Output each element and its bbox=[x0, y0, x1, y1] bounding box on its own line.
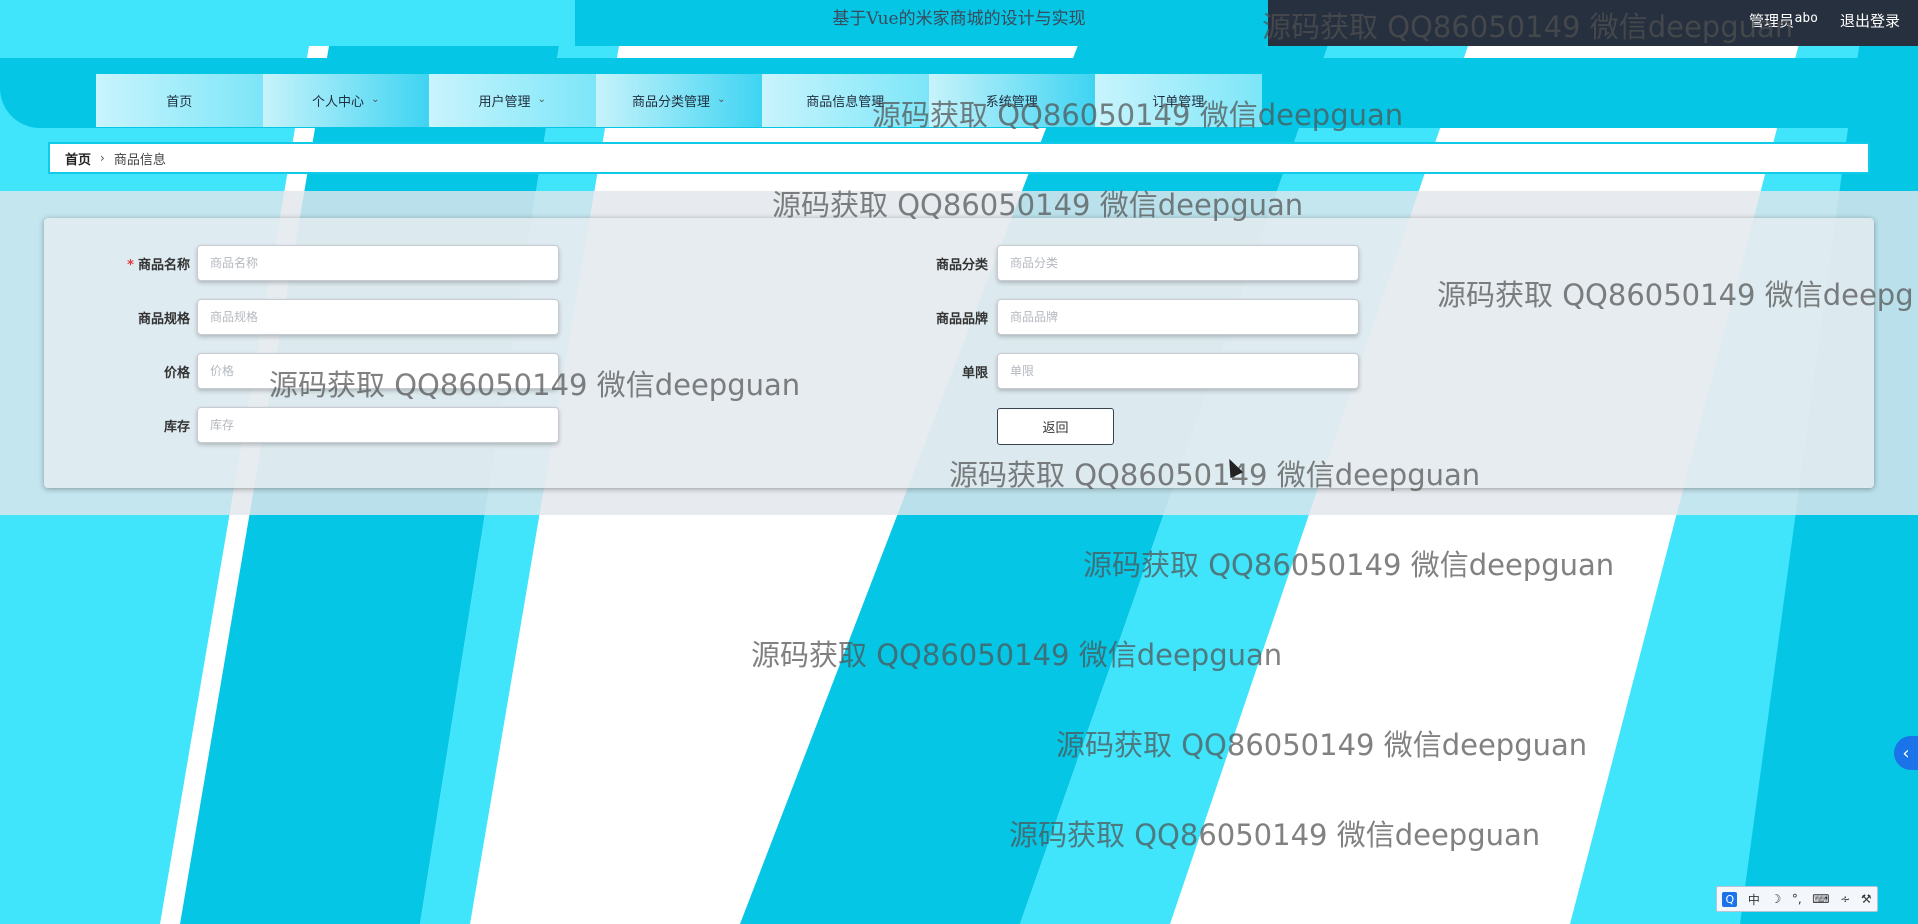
logout-link[interactable]: 退出登录 bbox=[1840, 10, 1900, 31]
product-category-input[interactable] bbox=[997, 245, 1359, 281]
nav-item-personal-center[interactable]: 个人中心 ⌄ bbox=[262, 74, 429, 127]
nav-item-label: 商品分类管理 bbox=[632, 95, 711, 110]
label-product-category: 商品分类 bbox=[935, 258, 988, 273]
product-spec-input[interactable] bbox=[197, 299, 559, 335]
nav-item-label: 用户管理 bbox=[478, 95, 531, 110]
chevron-down-icon: ⌄ bbox=[371, 94, 380, 105]
ime-tools-icon[interactable]: ⚒ bbox=[1861, 892, 1872, 906]
nav-item-label: 系统管理 bbox=[985, 95, 1038, 110]
label-stock: 库存 bbox=[163, 420, 190, 435]
ime-moon-icon[interactable]: ☽ bbox=[1771, 892, 1782, 906]
ime-keyboard-icon[interactable]: ⌨ bbox=[1812, 892, 1829, 906]
product-brand-input[interactable] bbox=[997, 299, 1359, 335]
breadcrumb-current: 商品信息 bbox=[113, 152, 166, 168]
chevron-down-icon: ⌄ bbox=[717, 94, 726, 105]
nav-item-label: 订单管理 bbox=[1152, 95, 1205, 110]
price-input[interactable] bbox=[197, 353, 559, 389]
nav-item-label: 个人中心 bbox=[312, 95, 365, 110]
breadcrumb-home[interactable]: 首页 bbox=[65, 149, 91, 168]
ime-toolbar: Q 中 ☽ °, ⌨ ∻ ⚒ bbox=[1716, 886, 1878, 912]
breadcrumb: 首页 › 商品信息 bbox=[48, 142, 1870, 174]
product-name-input[interactable] bbox=[197, 245, 559, 281]
main-nav: 首页 个人中心 ⌄ 用户管理 ⌄ 商品分类管理 ⌄ 商品信息管理 系统管理 订单… bbox=[96, 74, 1262, 127]
label-price: 价格 bbox=[163, 366, 190, 381]
ime-punctuation-icon[interactable]: °, bbox=[1792, 892, 1802, 906]
user-box: 管理员 abo 退出登录 bbox=[1268, 0, 1918, 46]
ime-language-toggle[interactable]: 中 bbox=[1748, 891, 1760, 908]
label-product-brand: 商品品牌 bbox=[935, 312, 988, 327]
nav-item-system-management[interactable]: 系统管理 bbox=[928, 74, 1095, 127]
nav-item-product-management[interactable]: 商品信息管理 bbox=[762, 74, 929, 127]
stock-input[interactable] bbox=[197, 407, 559, 443]
limit-input[interactable] bbox=[997, 353, 1359, 389]
nav-item-home[interactable]: 首页 bbox=[96, 74, 263, 127]
nav-item-user-management[interactable]: 用户管理 ⌄ bbox=[429, 74, 596, 127]
label-product-spec: 商品规格 bbox=[137, 312, 190, 327]
chevron-down-icon: ⌄ bbox=[537, 94, 546, 105]
nav-item-label: 商品信息管理 bbox=[806, 95, 885, 110]
nav-item-category-management[interactable]: 商品分类管理 ⌄ bbox=[595, 74, 762, 127]
label-limit: 单限 bbox=[961, 366, 988, 381]
user-name: abo bbox=[1794, 11, 1818, 26]
ime-logo-icon[interactable]: Q bbox=[1722, 891, 1738, 907]
nav-item-label: 首页 bbox=[166, 95, 193, 110]
user-role: 管理员 bbox=[1748, 12, 1794, 30]
required-mark: * bbox=[127, 258, 134, 273]
ime-skin-icon[interactable]: ∻ bbox=[1840, 892, 1850, 906]
nav-item-order-management[interactable]: 订单管理 bbox=[1095, 74, 1262, 127]
back-button[interactable]: 返回 bbox=[997, 408, 1114, 445]
label-product-name: * 商品名称 bbox=[127, 258, 190, 273]
breadcrumb-separator-icon: › bbox=[100, 151, 105, 165]
